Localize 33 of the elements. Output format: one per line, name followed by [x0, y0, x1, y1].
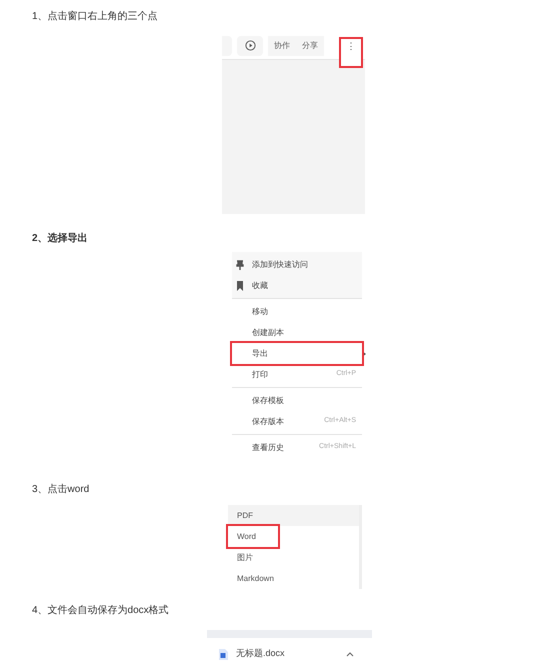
menu-label: 收藏 [252, 280, 268, 292]
menu-item[interactable]: 收藏 [232, 275, 362, 296]
more-button[interactable]: ⋮ [341, 39, 361, 66]
chevron-up-icon[interactable] [346, 652, 354, 656]
export-option[interactable]: Markdown [228, 568, 359, 589]
menu-label: 创建副本 [252, 326, 284, 338]
bookmark-icon [236, 280, 244, 290]
menu-item[interactable]: 导出 [232, 343, 362, 364]
document-icon [219, 648, 228, 660]
menu-label: 导出 [252, 348, 268, 360]
menu-item[interactable]: 添加到快速访问 [232, 254, 362, 275]
file-name: 无标题.docx [236, 647, 285, 660]
pin-icon [236, 260, 244, 270]
step-caption: 2、选择导出 [32, 232, 89, 246]
toolbar-button[interactable]: 协作 [268, 36, 296, 56]
menu-item[interactable]: 移动 [232, 301, 362, 322]
menu-item[interactable]: 保存模板 [232, 390, 362, 411]
export-option[interactable]: PDF [228, 505, 359, 526]
play-icon [244, 40, 256, 51]
menu-label: 打印 [252, 368, 268, 380]
menu-label: 保存模板 [252, 394, 284, 406]
play-button[interactable] [237, 36, 263, 56]
toolbar-button[interactable]: 分享 [296, 36, 324, 56]
step-caption: 1、点击窗口右上角的三个点 [32, 10, 159, 24]
menu-label: 保存版本 [252, 416, 284, 428]
export-option[interactable]: Word [228, 526, 278, 547]
menu-label: 查看历史 [252, 442, 284, 454]
menu-item[interactable]: 创建副本 [232, 322, 362, 343]
step-caption: 3、点击word [32, 482, 90, 497]
menu-label: 移动 [252, 306, 268, 318]
step-caption: 4、文件会自动保存为docx格式 [32, 604, 170, 618]
export-option[interactable]: 图片 [228, 547, 359, 568]
menu-label: 添加到快速访问 [252, 258, 308, 270]
